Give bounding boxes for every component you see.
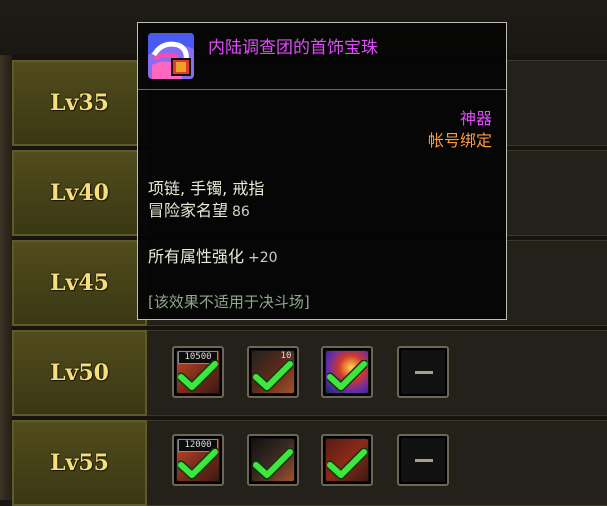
item-slot[interactable] xyxy=(321,346,373,398)
level-label: Lv45 xyxy=(50,270,109,296)
stat-label: 所有属性强化 xyxy=(148,247,245,266)
item-slot[interactable]: 12000 xyxy=(172,434,224,486)
empty-slot[interactable] xyxy=(397,346,449,398)
check-icon xyxy=(178,360,218,392)
tooltip-note: [该效果不适用于决斗场] xyxy=(148,293,310,311)
stat-line: 所有属性强化 +20 xyxy=(148,243,278,267)
item-tooltip: 内陆调查团的首饰宝珠 神器 帐号绑定 项链, 手镯, 戒指 冒险家名望 86 所有… xyxy=(137,22,507,320)
equip-slots-text: 项链, 手镯, 戒指 xyxy=(148,179,265,198)
stat-value: +20 xyxy=(248,250,278,266)
level-label: Lv55 xyxy=(50,450,109,476)
item-slot[interactable]: 10 xyxy=(247,346,299,398)
level-tab-lv35[interactable]: Lv35 xyxy=(12,60,147,146)
level-tab-lv50[interactable]: Lv50 xyxy=(12,330,147,416)
check-icon xyxy=(253,448,293,480)
check-icon xyxy=(253,360,293,392)
tooltip-title: 内陆调查团的首饰宝珠 xyxy=(208,38,378,58)
fame-line: 冒险家名望 86 xyxy=(148,197,250,221)
check-icon xyxy=(327,360,367,392)
fame-value: 86 xyxy=(232,204,250,220)
tooltip-header: 内陆调查团的首饰宝珠 xyxy=(138,23,506,90)
item-grade: 神器 xyxy=(459,109,492,128)
check-icon xyxy=(327,448,367,480)
dash-icon xyxy=(415,459,433,462)
level-label: Lv50 xyxy=(50,360,109,386)
fame-label: 冒险家名望 xyxy=(148,201,229,220)
item-slot[interactable] xyxy=(321,434,373,486)
level-label: Lv35 xyxy=(50,90,109,116)
dash-icon xyxy=(415,371,433,374)
level-tab-lv40[interactable]: Lv40 xyxy=(12,150,147,236)
item-slot[interactable]: 10500 xyxy=(172,346,224,398)
empty-slot[interactable] xyxy=(397,434,449,486)
level-tab-lv45[interactable]: Lv45 xyxy=(12,240,147,326)
level-tab-lv55[interactable]: Lv55 xyxy=(12,420,147,506)
item-slot[interactable] xyxy=(247,434,299,486)
check-icon xyxy=(178,448,218,480)
bind-status: 帐号绑定 xyxy=(427,131,492,150)
level-label: Lv40 xyxy=(50,180,109,206)
panel-left-border xyxy=(0,55,12,500)
jewelry-orb-icon xyxy=(148,33,194,79)
